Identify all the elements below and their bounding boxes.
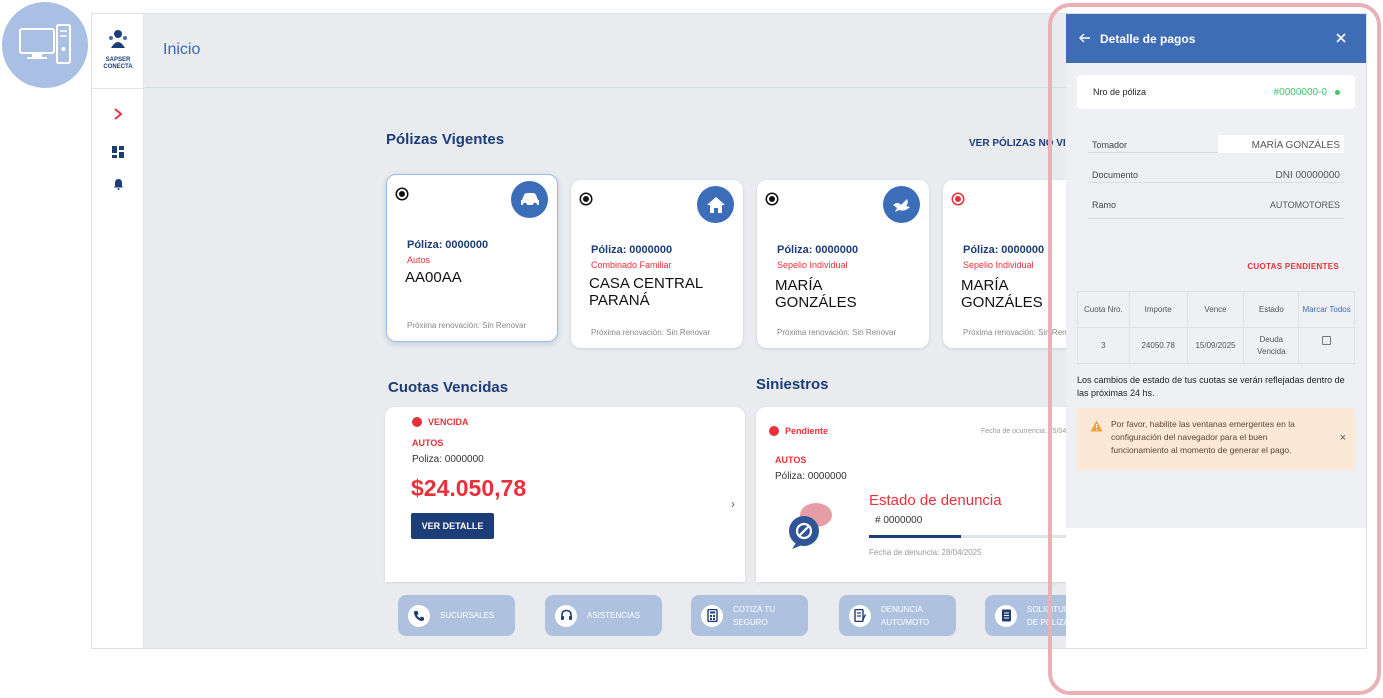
poliza-renewal: Próxima renovación: Sin Renovar xyxy=(591,328,711,337)
quick-action-label: SUCURSALES xyxy=(440,611,495,620)
poliza-label: Póliza: xyxy=(407,239,443,251)
siniestro-poliza: Póliza: 0000000 xyxy=(775,471,847,482)
dashboard-icon xyxy=(112,146,124,158)
poliza-card[interactable]: Póliza: 0000000 Autos AA00AA Próxima ren… xyxy=(386,174,558,342)
expand-sidebar-button[interactable] xyxy=(108,104,128,124)
asistencias-button[interactable]: ASISTENCIAS xyxy=(545,595,662,636)
quick-action-label: COTIZÁ TU xyxy=(733,604,776,614)
ver-detalle-button[interactable]: VER DETALLE xyxy=(411,513,494,539)
status-badge: VENCIDA xyxy=(412,417,469,427)
calculator-icon xyxy=(701,604,723,627)
fecha-denuncia: Fecha de denuncia: 28/04/2025 xyxy=(869,548,982,557)
bell-icon xyxy=(113,179,123,190)
desktop-logo xyxy=(2,2,88,88)
quick-action-label: DENUNCIA xyxy=(881,604,923,614)
poliza-number: 0000000 xyxy=(815,244,859,256)
poliza-category: Combinado Familiar xyxy=(591,260,672,270)
sidebar-divider xyxy=(92,88,144,89)
cuota-amount: $24.050,78 xyxy=(411,475,527,501)
page-title: Inicio xyxy=(163,41,201,58)
poliza-label: Póliza: xyxy=(963,244,999,256)
quick-action-label-2: AUTO/MOTO xyxy=(881,617,930,627)
chat-alert-icon xyxy=(789,503,832,549)
radio-indicator xyxy=(581,194,591,204)
poliza-renewal: Próxima renovación: Sin Renovar xyxy=(407,321,527,330)
sidebar: SAPSER CONECTA xyxy=(92,14,144,648)
poliza-number: 0000000 xyxy=(1001,244,1045,256)
poliza-label: Póliza: xyxy=(591,244,627,256)
poliza-category: Sepelio Individual xyxy=(963,260,1034,270)
brand-name-sub: CONECTA xyxy=(103,64,133,70)
radio-indicator xyxy=(397,189,407,199)
cuota-poliza: Poliza: 0000000 xyxy=(412,454,484,465)
sidebar-item-notifications[interactable] xyxy=(108,174,128,194)
denuncia-numero: # 0000000 xyxy=(875,515,923,526)
poliza-category: Autos xyxy=(407,255,431,265)
poliza-label: Póliza: xyxy=(777,244,813,256)
quick-action-label: ASISTENCIAS xyxy=(587,611,640,620)
chevron-right-icon xyxy=(114,108,123,120)
chevron-right-icon[interactable]: › xyxy=(731,497,735,511)
sidebar-item-dashboard[interactable] xyxy=(108,142,128,162)
radio-indicator xyxy=(767,194,777,204)
poliza-category: Sepelio Individual xyxy=(777,260,848,270)
headset-icon xyxy=(555,604,577,627)
siniestro-category: AUTOS xyxy=(775,455,807,465)
polizas-title: Pólizas Vigentes xyxy=(386,131,505,148)
poliza-card[interactable]: Póliza: 0000000 Combinado Familiar CASA … xyxy=(571,180,743,348)
monitor-icon xyxy=(19,24,71,64)
alert-dot-icon xyxy=(769,426,779,436)
denuncia-progress-track xyxy=(869,535,1074,538)
brand-logo: SAPSER CONECTA xyxy=(98,28,138,71)
poliza-renewal: Próxima renovación: Sin Renovar xyxy=(777,328,897,337)
house-icon xyxy=(697,186,734,223)
alert-dot-icon xyxy=(412,417,422,427)
denuncia-progress-fill xyxy=(869,535,962,538)
estado-denuncia-title: Estado de denuncia xyxy=(869,492,1002,509)
denuncia-auto-button[interactable]: DENUNCIA AUTO/MOTO xyxy=(839,595,956,636)
document-icon xyxy=(995,604,1017,627)
siniestro-card: Pendiente Fecha de ocurrencia: 25/04/202… xyxy=(756,407,1086,582)
cotiza-seguro-button[interactable]: COTIZÁ TU SEGURO xyxy=(691,595,808,636)
poliza-number: 0000000 xyxy=(445,239,489,251)
quick-action-label-2: SEGURO xyxy=(733,617,768,627)
poliza-card[interactable]: Póliza: 0000000 Sepelio Individual MARÍA… xyxy=(757,180,929,348)
sucursales-button[interactable]: SUCURSALES xyxy=(398,595,515,636)
brand-name: SAPSER xyxy=(105,57,131,63)
status-badge: Pendiente xyxy=(769,426,828,436)
poliza-number: 0000000 xyxy=(629,244,673,256)
highlight-frame xyxy=(1048,3,1381,695)
cuota-card: VENCIDA AUTOS Poliza: 0000000 $24.050,78… xyxy=(385,407,745,582)
report-icon xyxy=(849,604,871,627)
brand-mark-icon xyxy=(109,30,127,48)
radio-indicator xyxy=(953,194,963,204)
car-icon xyxy=(511,181,548,218)
poliza-holder: CASA CENTRAL PARANÁ xyxy=(589,275,703,309)
dove-icon xyxy=(883,186,920,223)
phone-icon xyxy=(408,604,430,627)
cuota-category: AUTOS xyxy=(412,438,444,448)
cuotas-title: Cuotas Vencidas xyxy=(388,379,509,396)
siniestros-title: Siniestros xyxy=(756,376,829,393)
poliza-holder: MARÍA GONZÁLES xyxy=(775,277,857,311)
poliza-holder: AA00AA xyxy=(405,269,462,286)
